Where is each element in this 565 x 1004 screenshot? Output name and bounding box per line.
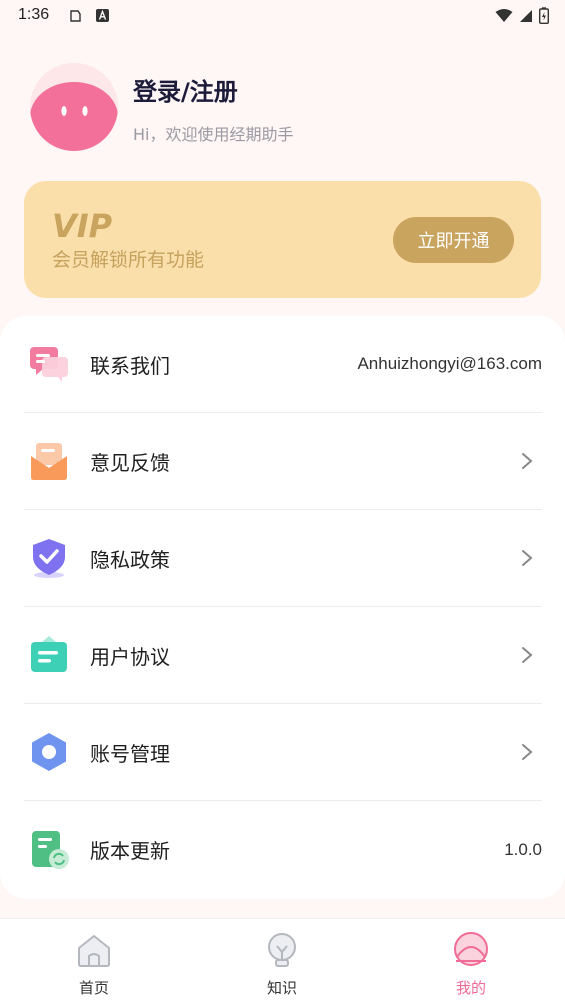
menu-item-contact[interactable]: 联系我们 Anhuizhongyi@163.com	[24, 316, 542, 413]
contact-email: Anhuizhongyi@163.com	[357, 354, 542, 373]
nav-knowledge[interactable]: 知识	[222, 919, 342, 1004]
bottom-nav: 首页 知识 我的	[0, 918, 565, 1004]
home-icon	[78, 935, 110, 967]
login-register-link[interactable]: 登录/注册	[133, 72, 238, 107]
wifi-icon	[495, 8, 513, 22]
nav-profile[interactable]: 我的	[411, 919, 531, 1004]
chevron-right-icon	[522, 647, 533, 663]
account-hex-icon	[32, 733, 66, 771]
nav-label: 首页	[78, 979, 109, 997]
status-time: 1:36	[18, 6, 50, 23]
menu-item-account[interactable]: 账号管理	[24, 704, 542, 801]
activate-vip-button[interactable]: 立即开通	[393, 217, 514, 263]
menu-item-user-agreement[interactable]: 用户协议	[24, 607, 542, 704]
chevron-right-icon	[522, 453, 533, 469]
welcome-text: Hi，欢迎使用经期助手	[133, 125, 294, 144]
chevron-right-icon	[522, 550, 533, 566]
menu-card: 联系我们 Anhuizhongyi@163.com 意见反馈 隐私政策 用户协议…	[0, 316, 565, 899]
app-a-icon	[96, 9, 109, 22]
document-icon	[31, 636, 67, 672]
svg-text:VIP: VIP	[52, 209, 113, 241]
profile-icon	[454, 932, 488, 966]
menu-item-version[interactable]: 版本更新 1.0.0	[24, 801, 542, 898]
vip-card: VIP 会员解锁所有功能 立即开通	[24, 181, 541, 298]
menu-item-label: 联系我们	[90, 353, 170, 378]
menu-item-label: 账号管理	[90, 741, 170, 766]
avatar-face-icon	[30, 63, 118, 151]
chevron-right-icon	[522, 744, 533, 760]
status-bar: 1:36	[0, 0, 565, 34]
nav-home[interactable]: 首页	[34, 919, 154, 1004]
update-icon	[32, 830, 69, 869]
vip-logo-icon: VIP	[52, 209, 113, 241]
nav-label: 我的	[455, 979, 486, 997]
battery-icon	[539, 7, 549, 24]
avatar[interactable]	[30, 63, 118, 151]
menu-item-privacy[interactable]: 隐私政策	[24, 510, 542, 607]
mail-icon	[31, 443, 67, 480]
menu-item-feedback[interactable]: 意见反馈	[24, 413, 542, 510]
menu-item-label: 用户协议	[90, 644, 170, 669]
chat-icon	[30, 347, 68, 382]
notification-icon	[70, 10, 81, 22]
menu-item-label: 意见反馈	[90, 450, 170, 475]
vip-description: 会员解锁所有功能	[52, 249, 205, 271]
version-number: 1.0.0	[504, 839, 542, 859]
menu-item-label: 版本更新	[90, 839, 170, 863]
shield-icon	[33, 539, 65, 578]
lightbulb-icon	[268, 933, 296, 967]
nav-label: 知识	[266, 979, 297, 997]
signal-icon	[520, 9, 532, 22]
menu-item-label: 隐私政策	[90, 547, 170, 572]
